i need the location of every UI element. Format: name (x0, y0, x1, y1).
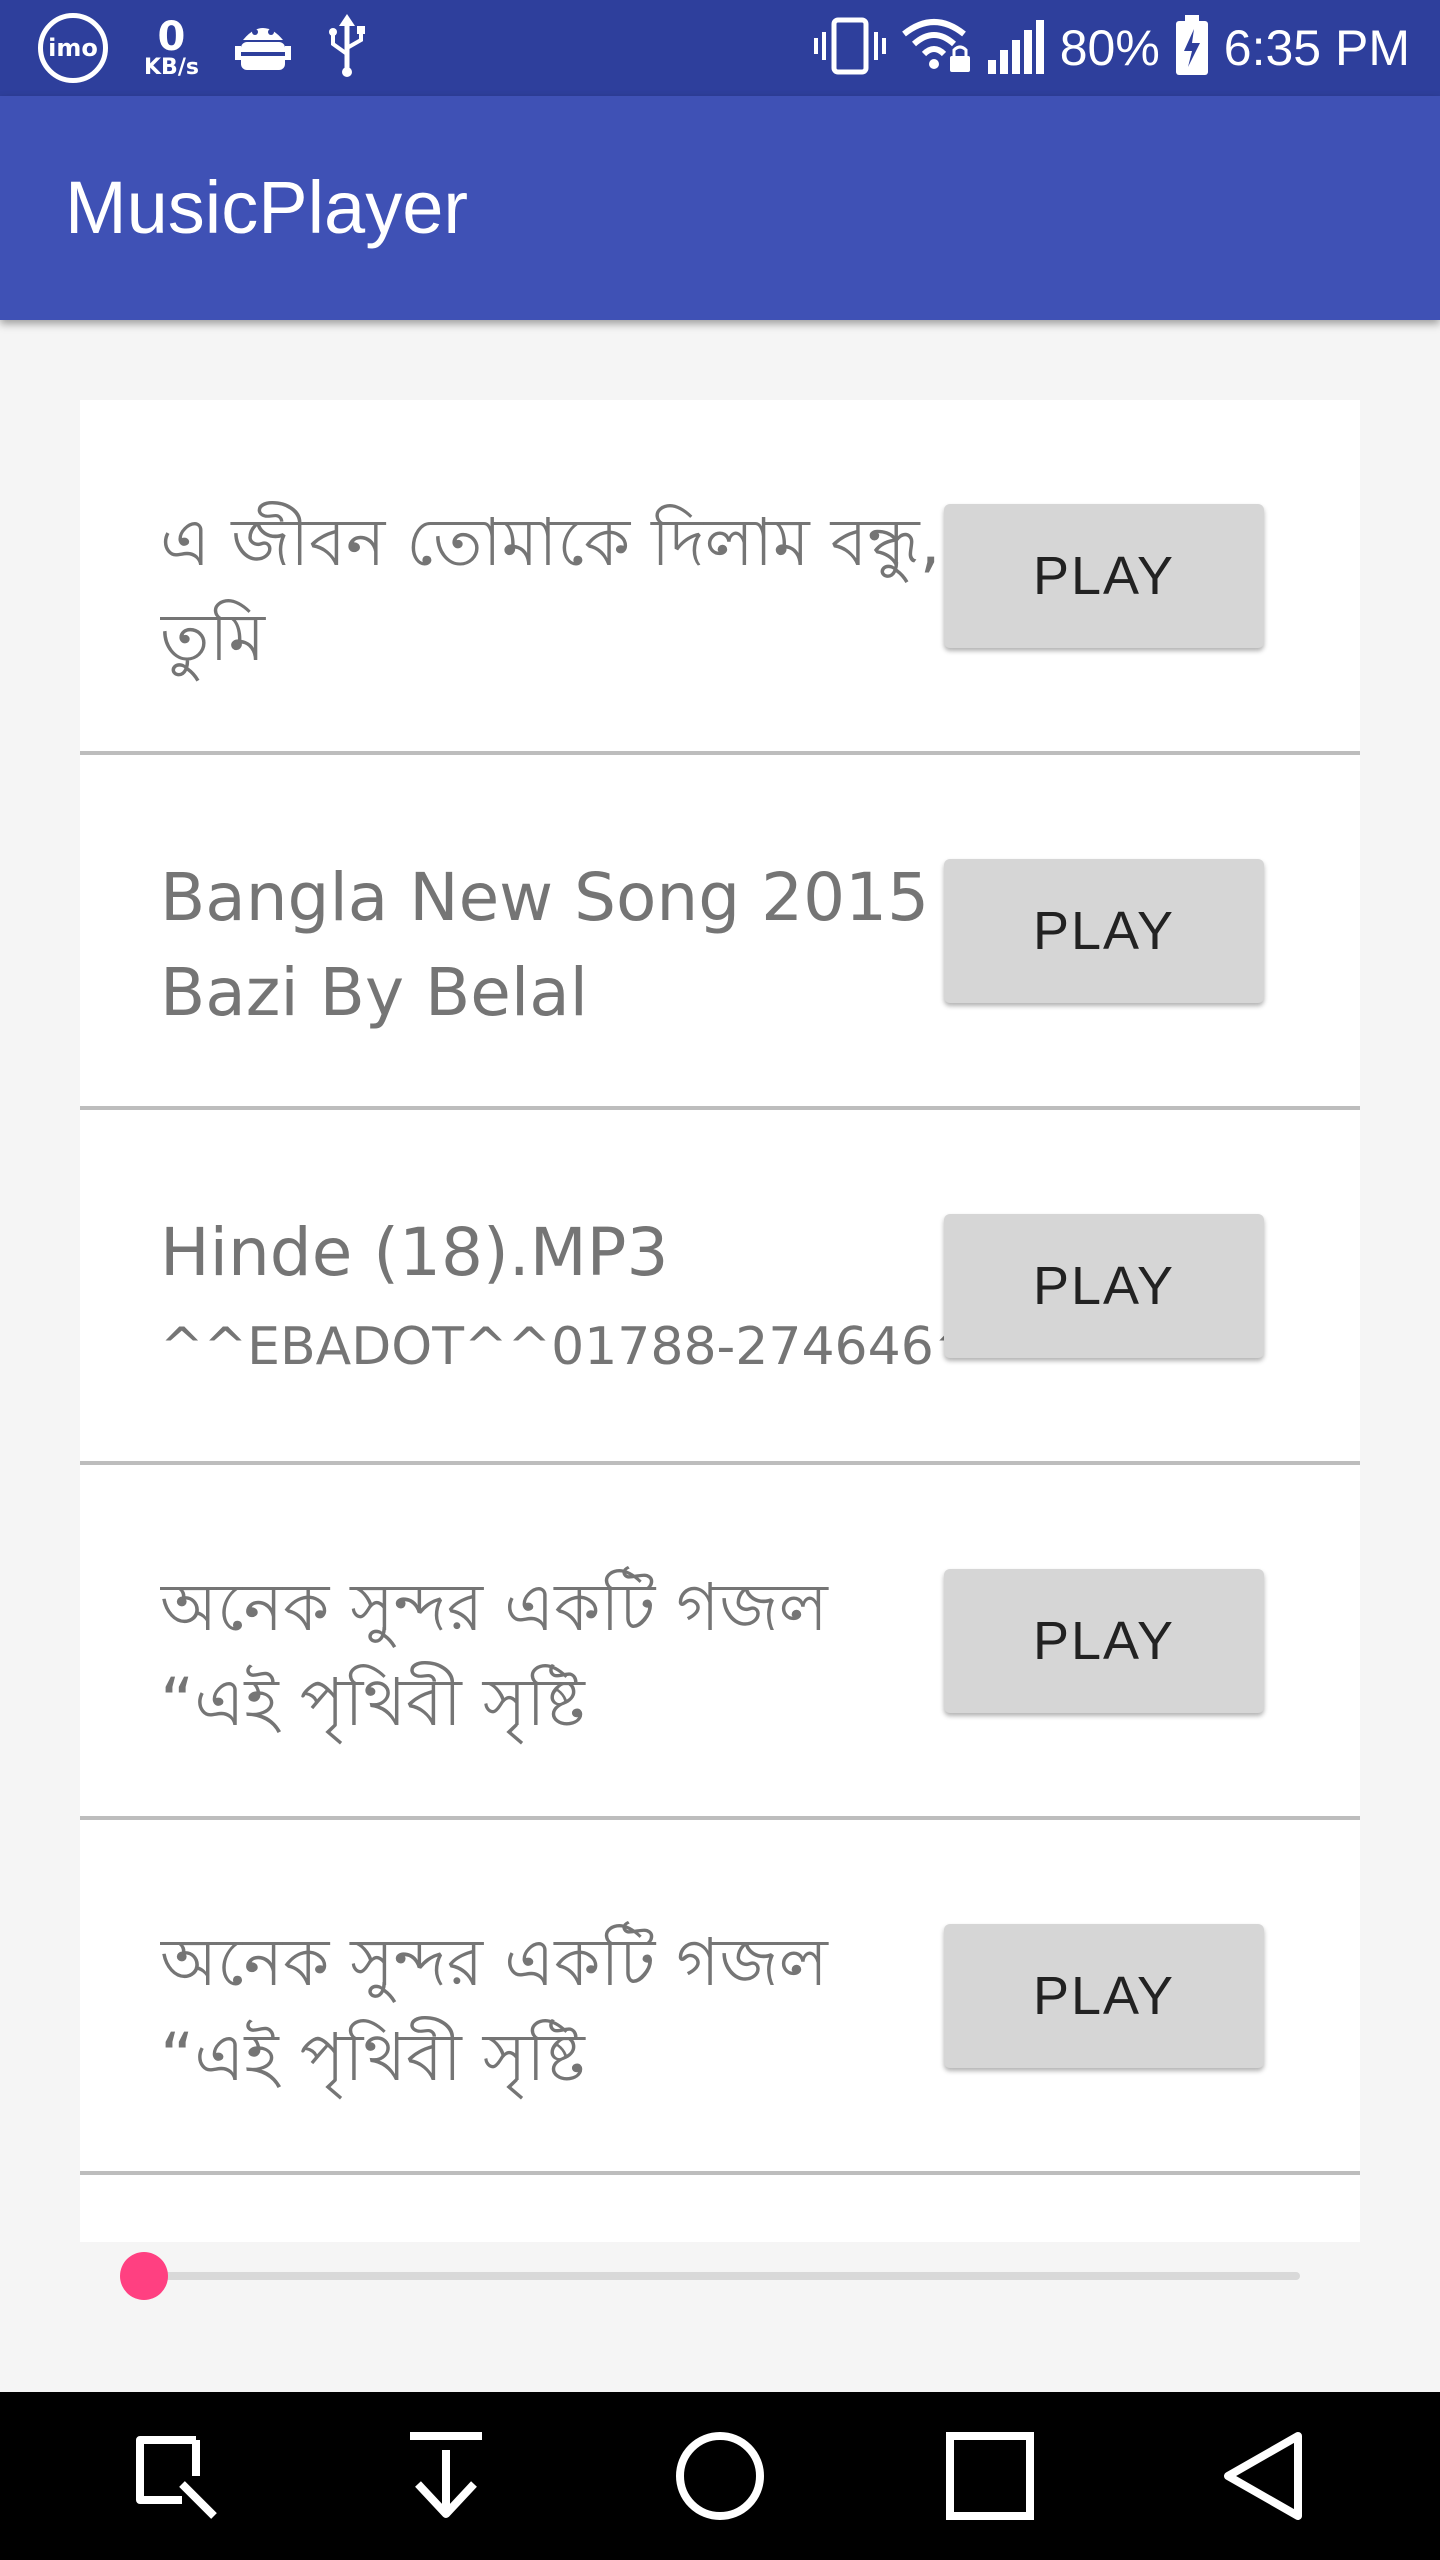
notification-pull-icon[interactable] (356, 2392, 536, 2560)
navigation-bar (0, 2392, 1440, 2560)
song-title: Bangla New Song 2015 Bazi By Belal (160, 859, 930, 1031)
app-title: MusicPlayer (65, 166, 468, 249)
signal-icon (986, 16, 1046, 80)
song-subtitle: ^^EBADOT^^01788-274646^^ (160, 1317, 960, 1377)
clock: 6:35 PM (1223, 20, 1410, 76)
song-title: এ জীবন তোমাকে দিলাম বন্ধু, তুমি (160, 504, 941, 676)
network-speed-value: 0 (157, 14, 186, 60)
back-icon[interactable] (1174, 2392, 1354, 2560)
seek-thumb[interactable] (120, 2252, 168, 2300)
network-speed: 0 KB/s (144, 17, 199, 79)
vibrate-icon (812, 16, 888, 80)
play-button[interactable]: PLAY (944, 859, 1264, 1003)
recents-icon[interactable] (900, 2392, 1080, 2560)
song-title: অনেক সুন্দর একটি গজল “এই পৃথিবী সৃষ্টি (160, 1924, 828, 2096)
seek-bar[interactable] (120, 2248, 1300, 2304)
list-item: অনেক সুন্দর একটি গজল “এই পৃথিবী সৃষ্টি P… (80, 1820, 1360, 2175)
play-button[interactable]: PLAY (944, 1214, 1264, 1358)
home-icon[interactable] (630, 2392, 810, 2560)
battery-charging-icon (1174, 15, 1210, 81)
screenshot-capture-icon[interactable] (86, 2392, 266, 2560)
list-item: অনেক সুন্দর একটি গজল “এই পৃথিবী সৃষ্টি P… (80, 1465, 1360, 1820)
app-bar: MusicPlayer (0, 96, 1440, 320)
song-title: Hinde (18).MP3 (160, 1214, 669, 1291)
wifi-lock-icon (901, 16, 972, 80)
list-item: Hinde (18).MP3 ^^EBADOT^^01788-274646^^ … (80, 1110, 1360, 1465)
list-item: এ জীবন তোমাকে দিলাম বন্ধু, তুমি PLAY (80, 400, 1360, 755)
imo-label: imo (48, 34, 98, 62)
play-button[interactable]: PLAY (944, 504, 1264, 648)
song-list[interactable]: এ জীবন তোমাকে দিলাম বন্ধু, তুমি PLAY Ban… (80, 400, 1360, 2242)
song-title: অনেক সুন্দর একটি গজল “এই পৃথিবী সৃষ্টি (160, 1569, 828, 1741)
battery-percent: 80% (1059, 20, 1160, 76)
status-bar: imo 0 KB/s 80% 6:35 PM (0, 0, 1440, 96)
android-debug-icon (234, 16, 291, 80)
play-button[interactable]: PLAY (944, 1924, 1264, 2068)
network-speed-unit: KB/s (144, 55, 199, 80)
status-icons-left: imo 0 KB/s (38, 0, 367, 96)
status-icons-right: 80% 6:35 PM (812, 0, 1410, 96)
seek-track[interactable] (144, 2272, 1300, 2280)
usb-icon (327, 14, 367, 82)
list-item: Bangla New Song 2015 Bazi By Belal PLAY (80, 755, 1360, 1110)
imo-icon: imo (38, 13, 108, 83)
song-title-block: Hinde (18).MP3 ^^EBADOT^^01788-274646^^ (160, 1205, 960, 1395)
play-button[interactable]: PLAY (944, 1569, 1264, 1713)
